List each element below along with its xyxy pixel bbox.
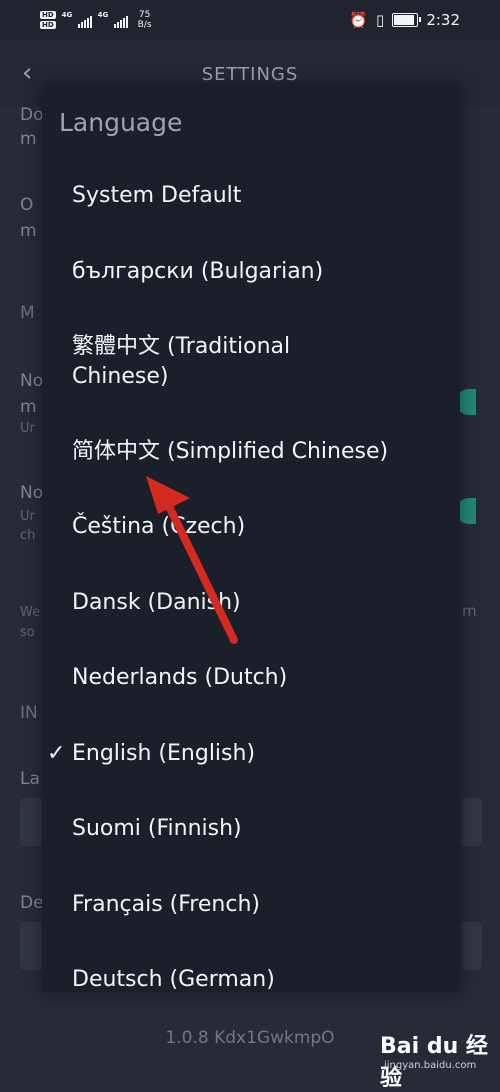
language-option-german[interactable]: Deutsch (German) [72,965,452,992]
status-right: ⏰ ▯ 2:32 [349,8,460,32]
section-header-fragment: IN [20,703,38,723]
hd-badge: HD [40,11,56,19]
language-option-english[interactable]: ✓ English (English) [47,739,452,769]
status-bar: HD HD 4G 4G 75 B/s ⏰ ▯ 2:32 [0,0,500,40]
dropdown-field-fragment [462,798,482,846]
dialog-title: Language [59,108,183,137]
setting-label-fragment: m [20,221,37,241]
setting-label-fragment: Do [20,105,44,125]
language-dialog: Language System Default български (Bulga… [42,86,460,992]
language-option-finnish[interactable]: Suomi (Finnish) [72,814,452,844]
status-time: 2:32 [426,11,460,29]
hd-badge: HD [40,21,56,29]
language-option-french[interactable]: Français (French) [72,890,452,920]
setting-label-fragment: m [20,397,37,417]
section-header-fragment: M [20,303,35,323]
language-option-system-default[interactable]: System Default [72,181,452,211]
setting-label-fragment: No [20,371,44,391]
vibrate-icon: ▯ [376,11,385,29]
cellular-signal-icon: 4G [62,11,92,28]
language-option-dutch[interactable]: Nederlands (Dutch) [72,663,452,693]
language-option-bulgarian[interactable]: български (Bulgarian) [72,257,452,287]
watermark-url: jingyan.baidu.com [384,1060,477,1071]
setting-label-fragment: De [20,893,44,913]
battery-icon [392,13,422,27]
setting-desc-fragment: ch [20,528,36,543]
setting-desc-fragment: Ur [20,421,35,436]
status-left: HD HD 4G 4G 75 B/s [40,6,152,34]
network-speed: 75 B/s [137,10,152,30]
baidu-jingyan-watermark: Bai du 经验 jingyan.baidu.com [376,1026,498,1091]
alarm-icon: ⏰ [349,11,369,29]
setting-label-fragment: La [20,769,40,789]
setting-desc-fragment: so [20,625,35,640]
setting-label-fragment: O [20,195,34,215]
setting-desc-fragment: m [462,602,477,620]
setting-desc-fragment: Ur [20,509,35,524]
dropdown-field-fragment [462,922,482,970]
language-option-traditional-chinese[interactable]: 繁體中文 (Traditional Chinese) [72,332,372,392]
language-option-simplified-chinese[interactable]: 简体中文 (Simplified Chinese) [72,437,452,467]
check-icon: ✓ [47,741,66,766]
cellular-signal-icon: 4G [98,11,128,28]
setting-label-fragment: No [20,483,44,503]
setting-label-fragment: m [20,129,37,149]
language-option-czech[interactable]: Čeština (Czech) [72,512,452,542]
setting-desc-fragment: We [20,605,41,620]
hd-badges: HD HD [40,11,56,29]
language-option-danish[interactable]: Dansk (Danish) [72,588,452,618]
page-title: SETTINGS [201,64,299,85]
